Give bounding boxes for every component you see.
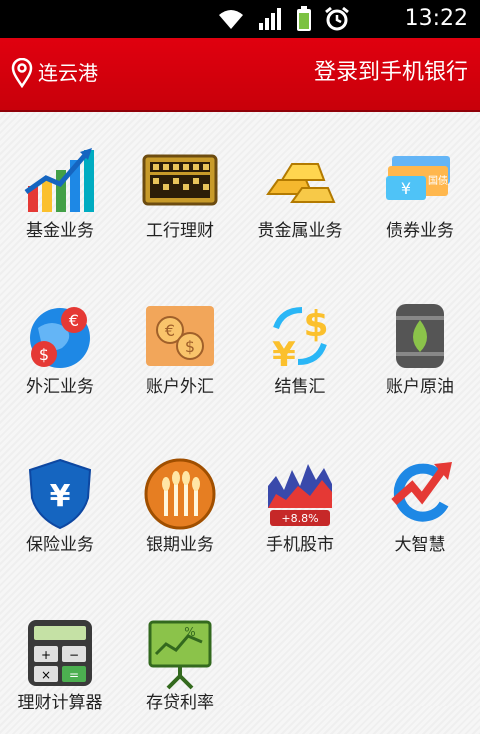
- tile-account-crude-oil[interactable]: 账户原油: [360, 268, 480, 418]
- svg-text:+: +: [41, 648, 51, 662]
- shield-yen-icon: ¥: [28, 458, 92, 530]
- tile-label: 存贷利率: [146, 693, 214, 713]
- tile-label: 手机股市: [266, 535, 334, 555]
- stock-change-badge: +8.8%: [281, 512, 318, 525]
- svg-text:$: $: [185, 337, 195, 356]
- svg-text:×: ×: [41, 668, 51, 682]
- fund-chart-icon: [24, 148, 94, 212]
- bond-badge: 国债: [428, 174, 448, 187]
- globe-currency-icon: € $: [30, 307, 90, 368]
- abacus-icon: [142, 154, 218, 206]
- status-bar: 13:22: [0, 0, 480, 38]
- svg-text:¥: ¥: [272, 335, 296, 374]
- location-selector[interactable]: 连云港: [10, 58, 98, 88]
- status-icons: [216, 6, 350, 32]
- tile-label: 大智慧: [394, 535, 446, 555]
- svg-text:=: =: [69, 668, 79, 682]
- tile-fund[interactable]: 基金业务: [0, 112, 120, 262]
- tile-label: 外汇业务: [26, 377, 94, 397]
- tile-label: 工行理财: [146, 221, 214, 241]
- tile-mobile-stocks[interactable]: +8.8% 手机股市: [240, 426, 360, 576]
- oil-barrel-icon: [396, 304, 444, 368]
- tile-deposit-loan-rates[interactable]: % 存贷利率: [120, 584, 240, 734]
- tile-label: 债券业务: [386, 221, 454, 241]
- wifi-icon: [219, 10, 243, 29]
- svg-text:¥: ¥: [50, 479, 71, 514]
- svg-text:¥: ¥: [401, 179, 411, 198]
- bond-cards-icon: ¥ 国债: [386, 156, 450, 200]
- currency-exchange-icon: $ ¥: [272, 304, 328, 374]
- clock: 13:22: [404, 6, 468, 31]
- login-mobile-banking-button[interactable]: 登录到手机银行: [314, 58, 468, 88]
- location-label: 连云港: [38, 61, 98, 85]
- wheat-coin-icon: [144, 458, 216, 530]
- tile-currency-exchange[interactable]: $ ¥ 结售汇: [240, 268, 360, 418]
- location-pin-icon: [11, 58, 33, 88]
- svg-text:%: %: [184, 625, 195, 639]
- alarm-icon: [325, 6, 349, 31]
- tile-wealth-management[interactable]: 工行理财: [120, 112, 240, 262]
- battery-icon: [297, 6, 311, 31]
- currency-coins-icon: € $: [146, 306, 214, 366]
- svg-text:$: $: [39, 345, 49, 364]
- svg-text:€: €: [69, 311, 79, 330]
- tile-bank-futures[interactable]: 银期业务: [120, 426, 240, 576]
- tile-precious-metals[interactable]: 贵金属业务: [240, 112, 360, 262]
- signal-icon: [259, 8, 281, 30]
- tile-bonds[interactable]: ¥ 国债 债券业务: [360, 112, 480, 262]
- tile-insurance[interactable]: ¥ 保险业务: [0, 426, 120, 576]
- tile-label: 账户原油: [386, 377, 454, 397]
- svg-text:$: $: [303, 304, 328, 345]
- calculator-icon: + − × =: [28, 620, 92, 686]
- tile-label: 保险业务: [26, 535, 94, 555]
- app-header: 连云港 登录到手机银行: [0, 38, 480, 112]
- tile-account-forex[interactable]: € $ 账户外汇: [120, 268, 240, 418]
- svg-text:€: €: [165, 321, 175, 340]
- rate-board-icon: %: [148, 620, 212, 690]
- stock-chart-icon: +8.8%: [268, 464, 332, 526]
- tile-forex[interactable]: € $ 外汇业务: [0, 268, 120, 418]
- gold-bars-icon: [266, 163, 336, 203]
- tile-label: 基金业务: [26, 221, 94, 241]
- tile-calculator[interactable]: + − × = 理财计算器: [0, 584, 120, 734]
- svg-text:−: −: [69, 648, 79, 662]
- tile-label: 贵金属业务: [257, 221, 343, 241]
- tile-label: 账户外汇: [146, 377, 214, 397]
- tile-dazhihui[interactable]: 大智慧: [360, 426, 480, 576]
- dazhihui-logo-icon: [391, 462, 452, 522]
- tile-label: 银期业务: [146, 535, 214, 555]
- tile-label: 结售汇: [274, 377, 326, 397]
- tile-label: 理财计算器: [17, 693, 103, 713]
